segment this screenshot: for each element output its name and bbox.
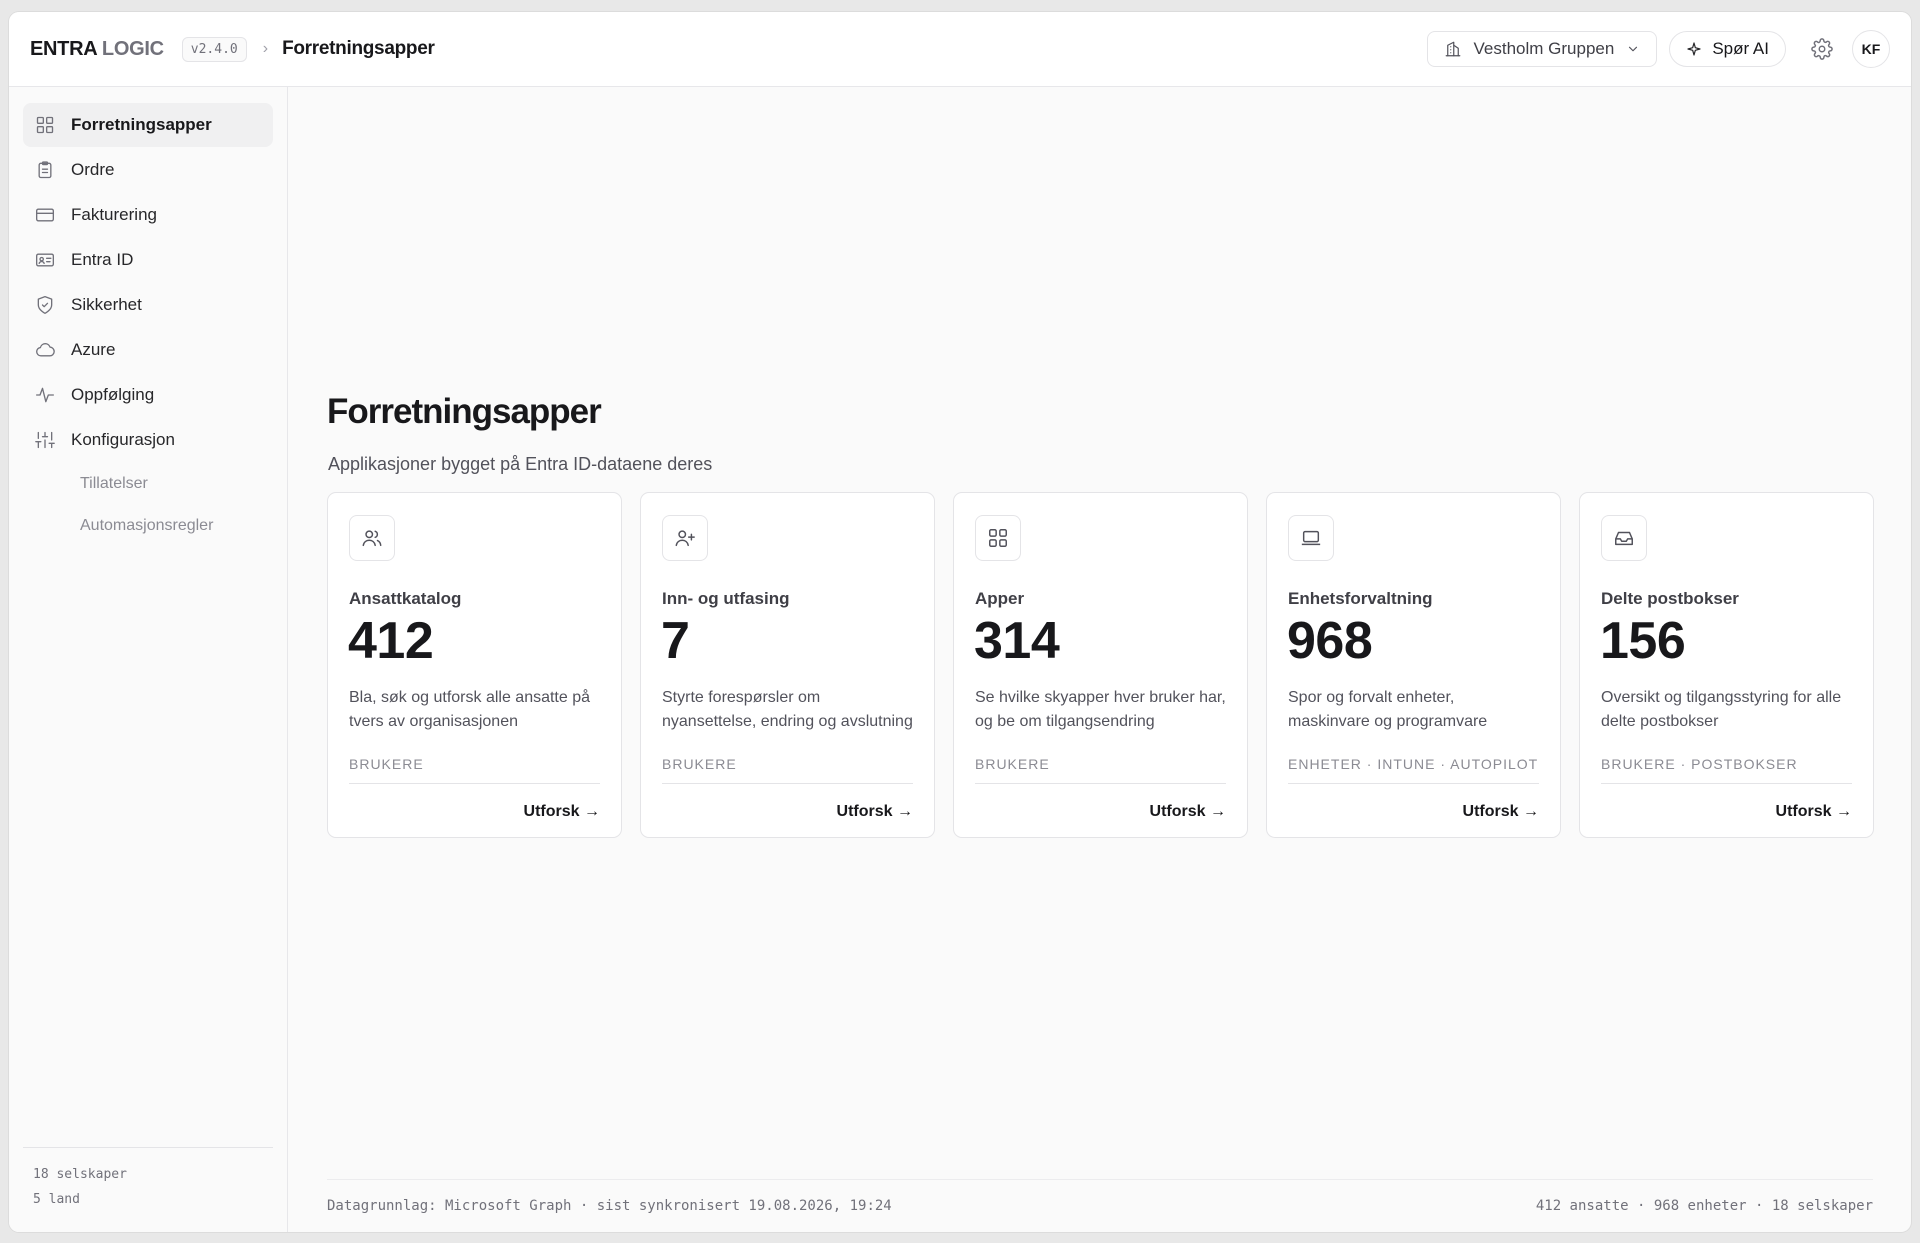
- card-count: 968: [1287, 612, 1373, 670]
- card-divider: [349, 783, 600, 784]
- sidebar-item-label: Fakturering: [71, 205, 157, 224]
- card-title: Ansattkatalog: [349, 589, 462, 608]
- org-selector-label: Vestholm Gruppen: [1473, 39, 1615, 58]
- explore-link[interactable]: Utforsk →: [1463, 803, 1539, 821]
- sidebar-footer: 18 selskaper 5 land: [23, 1147, 273, 1212]
- app-card-delte-postbokser[interactable]: Delte postbokser 156 Oversikt og tilgang…: [1579, 492, 1874, 838]
- settings-button[interactable]: [1804, 31, 1840, 67]
- card-tags: BRUKERE · POSTBOKSER: [1601, 756, 1798, 772]
- card-title: Apper: [975, 589, 1025, 608]
- totals-summary: 412 ansatte · 968 enheter · 18 selskaper: [1535, 1198, 1873, 1214]
- sidebar-item-label: Forretningsapper: [71, 115, 212, 134]
- page-subtitle: Applikasjoner bygget på Entra ID-dataene…: [328, 454, 713, 474]
- brand-secondary: LOGIC: [101, 37, 164, 60]
- card-title: Inn- og utfasing: [662, 589, 790, 608]
- gear-icon: [1811, 38, 1833, 60]
- main-footer: Datagrunnlag: Microsoft Graph · sist syn…: [327, 1179, 1873, 1214]
- org-selector[interactable]: Vestholm Gruppen: [1426, 31, 1658, 67]
- sidebar-item-ordre[interactable]: Ordre: [23, 148, 273, 192]
- sparkle-icon: [1686, 41, 1702, 57]
- sidebar-item-label: Ordre: [71, 160, 115, 179]
- data-source-info: Datagrunnlag: Microsoft Graph · sist syn…: [327, 1198, 892, 1214]
- main-content: Forretningsapper Applikasjoner bygget på…: [289, 87, 1911, 1232]
- app-card-enhetsforvaltning[interactable]: Enhetsforvaltning 968 Spor og forvalt en…: [1266, 492, 1561, 838]
- sidebar-item-oppfolging[interactable]: Oppfølging: [23, 373, 273, 417]
- card-tags: BRUKERE: [662, 756, 737, 772]
- app-window: ENTRA LOGIC v2.4.0 › Forretningsapper Ve…: [9, 12, 1911, 1232]
- countries-count: 5 land: [33, 1192, 80, 1207]
- sidebar-subitem-tillatelser[interactable]: Tillatelser: [23, 463, 273, 505]
- card-tags: BRUKERE: [349, 756, 424, 772]
- sliders-icon: [35, 430, 55, 450]
- top-bar: ENTRA LOGIC v2.4.0 › Forretningsapper Ve…: [9, 12, 1911, 87]
- id-card-icon: [35, 250, 55, 270]
- apps-grid-icon: [975, 515, 1021, 561]
- sidebar-item-label: Konfigurasjon: [71, 430, 175, 449]
- user-avatar[interactable]: KF: [1852, 30, 1890, 68]
- explore-link[interactable]: Utforsk →: [1150, 803, 1226, 821]
- explore-link[interactable]: Utforsk →: [1776, 803, 1852, 821]
- card-divider: [975, 783, 1226, 784]
- inbox-icon: [1601, 515, 1647, 561]
- explore-link[interactable]: Utforsk →: [837, 803, 913, 821]
- brand-logo[interactable]: ENTRA LOGIC: [30, 38, 164, 61]
- grid-icon: [35, 115, 55, 135]
- activity-icon: [35, 385, 55, 405]
- breadcrumb-separator: ›: [262, 40, 269, 57]
- app-card-inn-og-utfasing[interactable]: Inn- og utfasing 7 Styrte forespørsler o…: [640, 492, 935, 838]
- page-title: Forretningsapper: [327, 392, 602, 431]
- card-title: Enhetsforvaltning: [1288, 589, 1433, 608]
- card-count: 314: [974, 612, 1060, 670]
- card-description: Oversikt og tilgangsstyring for alle del…: [1601, 689, 1842, 730]
- chevron-down-icon: [1626, 42, 1640, 56]
- card-description: Bla, søk og utforsk alle ansatte på tver…: [349, 689, 591, 730]
- card-description: Spor og forvalt enheter, maskinvare og p…: [1288, 689, 1488, 730]
- brand-primary: ENTRA: [30, 37, 97, 60]
- sidebar-item-sikkerhet[interactable]: Sikkerhet: [23, 283, 273, 327]
- user-plus-icon: [662, 515, 708, 561]
- version-badge: v2.4.0: [181, 36, 247, 62]
- laptop-icon: [1288, 515, 1334, 561]
- card-description: Styrte forespørsler om nyansettelse, end…: [662, 689, 913, 730]
- companies-count: 18 selskaper: [33, 1167, 127, 1182]
- sidebar: Forretningsapper Ordre Fakturering Entra…: [9, 87, 288, 1232]
- sidebar-subitem-automasjonsregler[interactable]: Automasjonsregler: [23, 505, 273, 547]
- users-icon: [349, 515, 395, 561]
- credit-card-icon: [35, 205, 55, 225]
- ask-ai-button[interactable]: Spør AI: [1669, 31, 1786, 67]
- card-divider: [662, 783, 913, 784]
- sidebar-item-label: Sikkerhet: [71, 295, 142, 314]
- card-tags: BRUKERE: [975, 756, 1050, 772]
- card-title: Delte postbokser: [1601, 589, 1739, 608]
- card-count: 412: [348, 612, 434, 670]
- sidebar-nav: Forretningsapper Ordre Fakturering Entra…: [23, 103, 273, 547]
- card-count: 7: [661, 612, 690, 670]
- card-count: 156: [1600, 612, 1686, 670]
- card-description: Se hvilke skyapper hver bruker har, og b…: [975, 689, 1226, 730]
- sidebar-item-entra-id[interactable]: Entra ID: [23, 238, 273, 282]
- card-divider: [1601, 783, 1852, 784]
- sidebar-item-label: Oppfølging: [71, 385, 155, 404]
- sidebar-item-forretningsapper[interactable]: Forretningsapper: [23, 103, 273, 147]
- app-card-apper[interactable]: Apper 314 Se hvilke skyapper hver bruker…: [953, 492, 1248, 838]
- app-cards: Ansattkatalog 412 Bla, søk og utforsk al…: [327, 492, 1874, 838]
- sidebar-item-label: Entra ID: [71, 250, 134, 269]
- card-divider: [1288, 783, 1539, 784]
- card-tags: ENHETER · INTUNE · AUTOPILOT: [1288, 756, 1539, 772]
- cloud-icon: [35, 340, 55, 360]
- breadcrumb-current: Forretningsapper: [282, 38, 435, 59]
- clipboard-icon: [35, 160, 55, 180]
- sidebar-item-fakturering[interactable]: Fakturering: [23, 193, 273, 237]
- sidebar-item-azure[interactable]: Azure: [23, 328, 273, 372]
- building-icon: [1444, 40, 1462, 58]
- sidebar-item-label: Azure: [71, 340, 116, 359]
- ask-ai-label: Spør AI: [1712, 39, 1769, 58]
- app-card-ansattkatalog[interactable]: Ansattkatalog 412 Bla, søk og utforsk al…: [327, 492, 622, 838]
- sidebar-item-konfigurasjon[interactable]: Konfigurasjon: [23, 418, 273, 462]
- shield-check-icon: [35, 295, 55, 315]
- explore-link[interactable]: Utforsk →: [524, 803, 600, 821]
